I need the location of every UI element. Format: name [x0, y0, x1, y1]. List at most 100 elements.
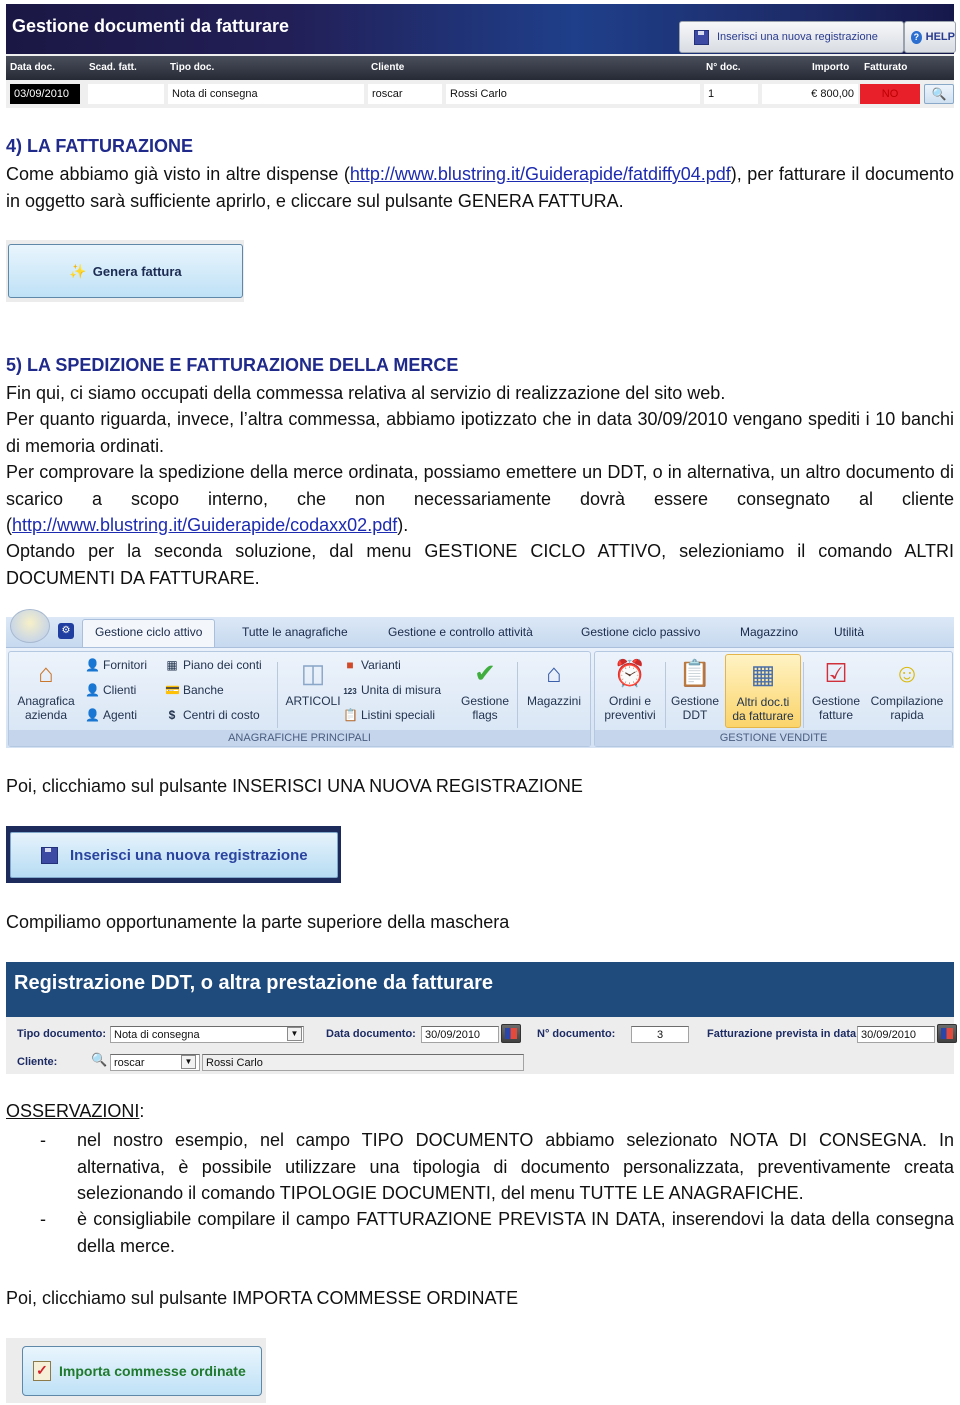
- piano-conti-button[interactable]: ▦ Piano dei conti: [165, 658, 261, 672]
- tab-gestione-controllo-attivita[interactable]: Gestione e controllo attività: [388, 625, 533, 639]
- step-importa-text: Poi, clicchiamo sul pulsante IMPORTA COM…: [6, 1288, 519, 1308]
- chevron-down-icon[interactable]: ▼: [287, 1027, 302, 1041]
- label: DDT: [682, 708, 708, 722]
- fatdiffy-link[interactable]: http://www.blustring.it/Guiderapide/fatd…: [350, 164, 731, 184]
- chevron-down-icon[interactable]: ▼: [181, 1055, 196, 1069]
- step-compila-text: Compiliamo opportunamente la parte super…: [6, 912, 510, 932]
- label: Compilazione: [870, 694, 944, 708]
- importo-cell[interactable]: € 800,00: [762, 84, 858, 104]
- calendar-icon[interactable]: [937, 1024, 957, 1043]
- column-header[interactable]: Scad. fatt.: [89, 62, 137, 73]
- colon: :: [139, 1101, 145, 1121]
- floppy-disk-icon: [41, 846, 58, 864]
- gestione-ddt-button[interactable]: 📋 Gestione DDT: [667, 656, 723, 722]
- fornitori-button[interactable]: 👤 Fornitori: [85, 658, 147, 672]
- n-doc-cell[interactable]: 1: [704, 84, 758, 104]
- floppy-disk-icon: [694, 29, 709, 45]
- tab-magazzino[interactable]: Magazzino: [740, 625, 798, 639]
- column-header[interactable]: N° doc.: [706, 62, 741, 73]
- separator: [803, 662, 804, 728]
- table-row[interactable]: 03/09/2010 Nota di consegna roscar Rossi…: [6, 82, 954, 108]
- tab-gestione-ciclo-attivo[interactable]: Gestione ciclo attivo: [82, 619, 216, 648]
- importa-screenshot: ✓ Importa commesse ordinate: [6, 1338, 266, 1403]
- bank-icon: 💳: [165, 683, 180, 697]
- observations-title: OSSERVAZIONI:: [6, 1101, 144, 1122]
- anagrafica-azienda-button[interactable]: ⌂ Anagrafica azienda: [11, 656, 81, 722]
- varianti-button[interactable]: ■ Varianti: [343, 658, 401, 672]
- cliente-name-cell[interactable]: Rossi Carlo: [446, 84, 700, 104]
- gestione-flags-button[interactable]: ✔ Gestione flags: [457, 656, 513, 722]
- listini-speciali-button[interactable]: 📋 Listini speciali: [343, 708, 435, 722]
- clienti-button[interactable]: 👤 Clienti: [85, 683, 136, 697]
- separator: [665, 662, 666, 728]
- label: Magazzini: [526, 694, 582, 708]
- open-document-button[interactable]: 🔍: [924, 84, 954, 104]
- compilazione-rapida-button[interactable]: ☺ Compilazione rapida: [867, 656, 947, 722]
- office-button[interactable]: [10, 609, 50, 643]
- gestione-fatture-button[interactable]: ☑ Gestione fatture: [807, 656, 865, 722]
- inserisci-nuova-registrazione-button[interactable]: Inserisci una nuova registrazione: [10, 832, 338, 878]
- column-header[interactable]: Cliente: [371, 62, 404, 73]
- ordini-preventivi-button[interactable]: ⏰ Ordini e preventivi: [599, 656, 661, 722]
- scad-fatt-cell[interactable]: [88, 84, 164, 104]
- codaxx-link[interactable]: http://www.blustring.it/Guiderapide/coda…: [12, 515, 397, 535]
- tipo-documento-select[interactable]: Nota di consegna: [110, 1026, 304, 1043]
- quick-access-icon[interactable]: ⚙: [58, 623, 74, 639]
- clipboard-check-icon: ✓: [33, 1361, 51, 1381]
- tab-tutte-le-anagrafiche[interactable]: Tutte le anagrafiche: [242, 625, 348, 639]
- tab-utilita[interactable]: Utilità: [834, 625, 864, 639]
- banche-button[interactable]: 💳 Banche: [165, 683, 224, 697]
- section-5-p3: Per comprovare la spedizione della merce…: [6, 459, 954, 539]
- grid-hand-icon: ▦: [750, 659, 776, 689]
- cliente-code-cell[interactable]: roscar: [368, 84, 442, 104]
- magazzini-button[interactable]: ⌂ Magazzini: [521, 656, 587, 708]
- genera-fattura-button[interactable]: ✨ Genera fattura: [8, 244, 243, 298]
- group-anagrafiche-principali: ⌂ Anagrafica azienda 👤 Fornitori 👤 Clienti…: [8, 651, 591, 747]
- column-header[interactable]: Fatturato: [864, 62, 907, 73]
- help-button[interactable]: ? HELP: [904, 21, 956, 53]
- data-documento-field[interactable]: 30/09/2010: [421, 1026, 499, 1043]
- tipo-doc-cell[interactable]: Nota di consegna: [168, 84, 364, 104]
- articoli-button[interactable]: ◫ ARTICOLI: [283, 656, 343, 708]
- calendar-icon[interactable]: [501, 1024, 521, 1043]
- label: Varianti: [361, 658, 401, 672]
- binoculars-icon[interactable]: 🔍: [91, 1052, 107, 1068]
- column-header[interactable]: Tipo doc.: [170, 62, 214, 73]
- n-documento-field[interactable]: 3: [631, 1026, 689, 1043]
- bullet-marker: -: [40, 1130, 46, 1150]
- magic-wand-icon: ✨: [69, 262, 87, 279]
- genera-fattura-screenshot: ✨ Genera fattura: [6, 240, 244, 302]
- tab-gestione-ciclo-passivo[interactable]: Gestione ciclo passivo: [581, 625, 700, 639]
- person-icon: 👤: [85, 683, 100, 697]
- data-doc-cell[interactable]: 03/09/2010: [10, 84, 80, 104]
- label: fatture: [818, 708, 854, 722]
- centri-costo-button[interactable]: $ Centri di costo: [165, 708, 260, 722]
- unita-misura-button[interactable]: 123 Unita di misura: [343, 683, 441, 697]
- fatturato-badge: NO: [860, 84, 920, 104]
- importa-commesse-button[interactable]: ✓ Importa commesse ordinate: [22, 1346, 262, 1396]
- observation-item: è consigliabile compilare il campo FATTU…: [77, 1209, 954, 1256]
- text: Come abbiamo già visto in altre dispense…: [6, 164, 350, 184]
- tipo-documento-label: Tipo documento:: [17, 1028, 107, 1040]
- data-documento-label: Data documento:: [326, 1028, 416, 1040]
- group-label: GESTIONE VENDITE: [595, 730, 952, 746]
- checkmark-icon: ✔: [474, 658, 496, 688]
- observations-title-text: OSSERVAZIONI: [6, 1101, 140, 1121]
- person-icon: 👤: [85, 658, 100, 672]
- fatturazione-prevista-field[interactable]: 30/09/2010: [857, 1026, 935, 1043]
- label: Listini speciali: [361, 708, 436, 722]
- section-5-p1: Fin qui, ci siamo occupati della commess…: [6, 383, 726, 403]
- column-header[interactable]: Importo: [812, 62, 849, 73]
- new-registration-label: Inserisci una nuova registrazione: [717, 31, 878, 43]
- ribbon-body: ⌂ Anagrafica azienda 👤 Fornitori 👤 Clienti…: [6, 647, 954, 748]
- agenti-button[interactable]: 👤 Agenti: [85, 708, 137, 722]
- label: Fornitori: [103, 658, 148, 672]
- cliente-name-field: Rossi Carlo: [202, 1054, 524, 1071]
- new-registration-button[interactable]: Inserisci una nuova registrazione: [679, 21, 904, 53]
- person-icon: 👤: [85, 708, 100, 722]
- label: ARTICOLI: [285, 694, 341, 708]
- label: Inserisci una nuova registrazione: [70, 846, 308, 864]
- column-header[interactable]: Data doc.: [10, 62, 55, 73]
- group-gestione-vendite: ⏰ Ordini e preventivi 📋 Gestione DDT ▦ A…: [594, 651, 953, 747]
- altri-documenti-button[interactable]: ▦ Altri doc.ti da fatturare: [725, 654, 801, 728]
